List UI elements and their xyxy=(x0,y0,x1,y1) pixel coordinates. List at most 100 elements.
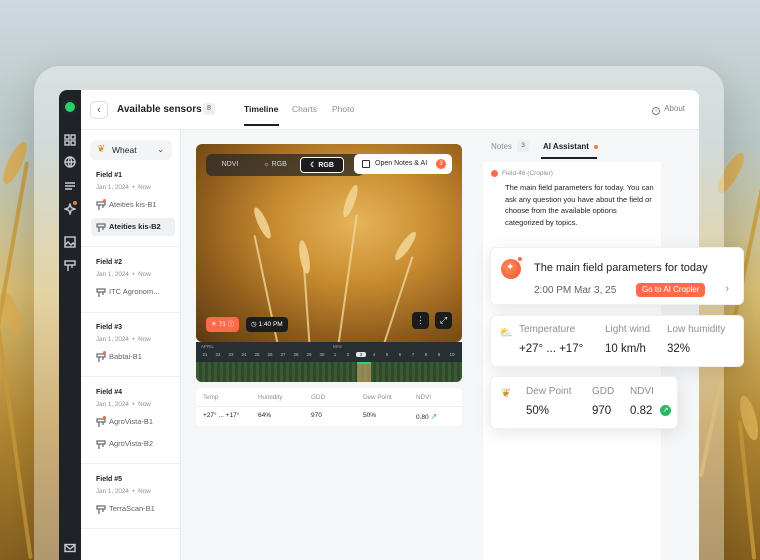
alert-dot xyxy=(103,416,106,419)
timeline-day[interactable]: 5 xyxy=(382,352,392,357)
go-to-ai-cropler-button[interactable]: Go to AI Cropler xyxy=(636,283,706,297)
sun-icon: ☼ xyxy=(263,161,272,168)
field-name: Field #1 xyxy=(96,172,123,179)
sensor-icon[interactable] xyxy=(64,260,76,272)
sensor-label: AgroVista-B2 xyxy=(109,439,154,448)
timeline-day[interactable]: 26 xyxy=(265,352,275,357)
month-label: MAY xyxy=(333,344,343,349)
weather-label: Temperature xyxy=(519,324,576,335)
weather-value: 32% xyxy=(667,343,691,355)
mode-rgb-night[interactable]: ☾ RGB xyxy=(300,157,344,173)
timeline-day[interactable]: 6 xyxy=(395,352,405,357)
metric-label: GDD xyxy=(592,386,615,397)
divider xyxy=(81,528,181,529)
chevron-right-icon[interactable]: › xyxy=(725,283,729,295)
mode-rgb-day[interactable]: ☼ RGB xyxy=(252,157,298,173)
sensor-label: TerraScan-B1 xyxy=(109,504,155,513)
timeline-cursor[interactable] xyxy=(357,362,371,382)
grid-icon[interactable] xyxy=(64,134,76,146)
layers-icon[interactable] xyxy=(64,180,76,192)
timeline-day[interactable]: 11 xyxy=(460,352,462,357)
brand-logo[interactable] xyxy=(63,100,77,114)
crop-select[interactable]: ❦ Wheat ⌄ xyxy=(90,140,172,160)
stat-header: Temp xyxy=(203,394,219,401)
image-icon[interactable] xyxy=(64,236,76,248)
field-date: Jan 1, 2024 • Now xyxy=(96,184,151,191)
open-notes-ai-button[interactable]: Open Notes & AI 3 xyxy=(354,154,452,174)
ai-sparkle-icon xyxy=(501,259,521,279)
info-icon: i xyxy=(652,107,661,115)
field-name: Field #5 xyxy=(96,476,123,483)
about-label: About xyxy=(664,104,685,113)
tab-charts[interactable]: Charts xyxy=(292,104,317,114)
tab-ai-assistant[interactable]: AI Assistant xyxy=(543,142,589,151)
timeline-day[interactable]: 8 xyxy=(421,352,431,357)
stats-table: Temp Humidity GDD Dew Point NDVI +27° ..… xyxy=(196,388,462,426)
notification-dot xyxy=(73,201,77,205)
trend-up-icon: ↗ xyxy=(660,405,671,416)
timeline-day[interactable]: 3 xyxy=(356,352,366,357)
timeline-thumbnails xyxy=(196,362,462,382)
timeline-day[interactable]: 4 xyxy=(369,352,379,357)
stat-header: GDD xyxy=(311,394,325,401)
timeline-strip[interactable]: APRIL MAY 21 22 23 24 25 26 27 28 29 30 1 2 3 4 5 6 7 8 9 1… xyxy=(196,342,462,382)
more-options-button[interactable]: ⋮ xyxy=(412,312,429,329)
globe-icon[interactable] xyxy=(64,156,76,168)
mode-ndvi[interactable]: NDVI xyxy=(210,157,250,173)
timeline-day[interactable]: 25 xyxy=(252,352,262,357)
timeline-day[interactable]: 2 xyxy=(343,352,353,357)
timeline-day[interactable]: 27 xyxy=(278,352,288,357)
mail-icon[interactable] xyxy=(64,542,76,554)
sensor-icon xyxy=(96,439,106,449)
field-name: Field #4 xyxy=(96,389,123,396)
stat-value: 970 xyxy=(311,412,322,419)
notes-count-badge: 3 xyxy=(436,159,446,169)
weather-label: Low humidity xyxy=(667,324,726,335)
timeline-day[interactable]: 10 xyxy=(447,352,457,357)
sensor-item-selected[interactable]: Ateities kis-B2 xyxy=(91,218,175,236)
stat-value: 50% xyxy=(363,412,377,419)
back-button[interactable]: ‹ xyxy=(90,101,108,119)
alert-chip[interactable]: ☀ 71 ⓘ xyxy=(206,317,240,332)
photo-panel: NDVI ☼ RGB ☾ RGB Open Notes & AI 3 ☀ 71 … xyxy=(182,130,482,560)
sensor-label: AgroVista-B1 xyxy=(109,417,154,426)
stat-header: Humidity xyxy=(258,394,283,401)
field-date: Jan 1, 2024 • Now xyxy=(96,401,151,408)
sensor-item[interactable]: TerraScan-B1 xyxy=(91,500,175,518)
weather-label: Light wind xyxy=(605,324,651,335)
metric-label: Dew Point xyxy=(526,386,572,397)
timeline-day[interactable]: 23 xyxy=(226,352,236,357)
timeline-day[interactable]: 22 xyxy=(213,352,223,357)
active-tab-indicator xyxy=(541,157,597,159)
sensor-item[interactable]: Ateities kis-B1 xyxy=(91,196,175,214)
timeline-day[interactable]: 24 xyxy=(239,352,249,357)
timeline-day[interactable]: 30 xyxy=(317,352,327,357)
fullscreen-icon[interactable]: ⤢ xyxy=(435,312,452,329)
tab-timeline[interactable]: Timeline xyxy=(244,104,278,114)
crop-select-value: Wheat xyxy=(112,145,137,155)
main-parameters-card[interactable]: The main field parameters for today 2:00… xyxy=(490,247,744,305)
tab-photo[interactable]: Photo xyxy=(332,104,354,114)
timeline-day[interactable]: 1 xyxy=(330,352,340,357)
sensor-item[interactable]: AgroVista-B1 xyxy=(91,413,175,431)
sensor-icon xyxy=(96,287,106,297)
about-link[interactable]: i About xyxy=(652,104,685,115)
tab-notes[interactable]: Notes xyxy=(491,142,512,151)
wheat-icon: ❦ xyxy=(501,386,512,400)
timeline-marker xyxy=(357,362,371,364)
field-date: Jan 1, 2024 • Now xyxy=(96,271,151,278)
image-mode-switch: NDVI ☼ RGB ☾ RGB xyxy=(206,154,364,176)
timeline-day[interactable]: 21 xyxy=(200,352,210,357)
sensor-item[interactable]: AgroVista-B2 xyxy=(91,435,175,453)
timeline-day[interactable]: 9 xyxy=(434,352,444,357)
sensor-item[interactable]: Babtai-B1 xyxy=(91,348,175,366)
divider xyxy=(196,406,462,407)
stat-header: Dew Point xyxy=(363,394,392,401)
timeline-day[interactable]: 29 xyxy=(304,352,314,357)
active-tab-indicator xyxy=(244,124,279,126)
stat-header: NDVI xyxy=(416,394,432,401)
timeline-day[interactable]: 7 xyxy=(408,352,418,357)
timeline-day[interactable]: 28 xyxy=(291,352,301,357)
sensor-item[interactable]: ITC Agronom... xyxy=(91,283,175,301)
stat-value: +27° ... +17° xyxy=(203,412,240,419)
